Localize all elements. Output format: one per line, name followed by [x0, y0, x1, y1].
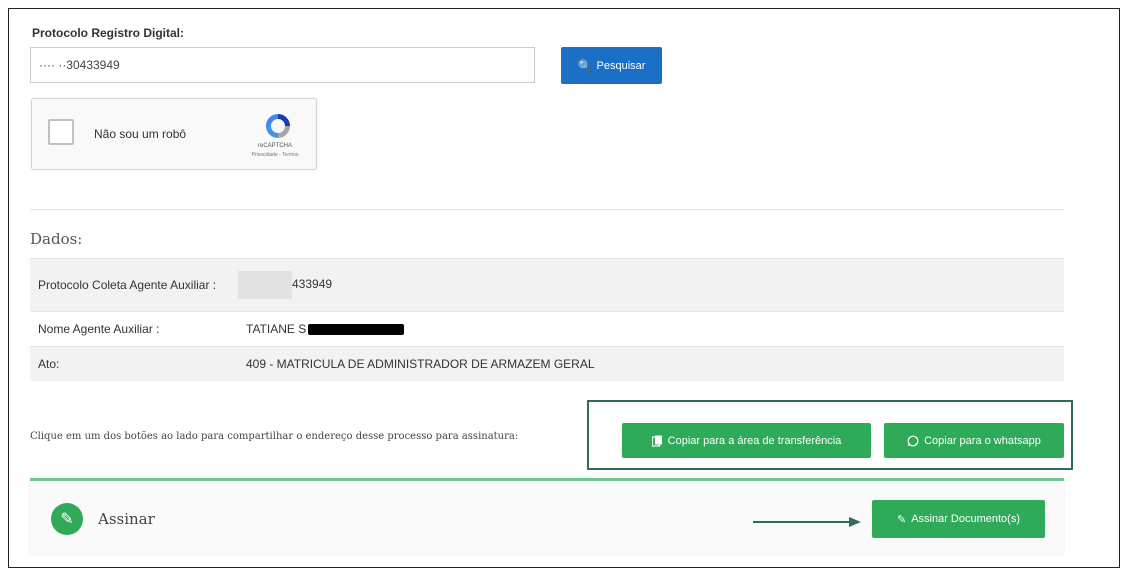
share-instructions: Clique em um dos botões ao lado para com…	[30, 431, 519, 442]
redaction-block	[238, 271, 292, 299]
table-row: Ato: 409 - MATRICULA DE ADMINISTRADOR DE…	[30, 346, 1064, 381]
row-value: 433949	[238, 258, 1064, 312]
protocol-input[interactable]	[30, 47, 535, 83]
copy-clipboard-button[interactable]: Copiar para a área de transferência	[622, 423, 871, 458]
copy-whatsapp-button[interactable]: Copiar para o whatsapp	[884, 423, 1064, 458]
row-key: Nome Agente Auxiliar :	[30, 311, 238, 347]
recaptcha-label: Não sou um robô	[94, 127, 187, 141]
search-button[interactable]: 🔍 Pesquisar	[561, 47, 662, 84]
sign-title: Assinar	[98, 510, 155, 528]
protocol-label: Protocolo Registro Digital:	[32, 26, 185, 40]
agent-name-value: TATIANE S	[246, 322, 307, 336]
search-button-label: Pesquisar	[596, 59, 646, 72]
search-icon: 🔍	[577, 58, 593, 73]
clipboard-icon	[651, 435, 662, 447]
dados-title: Dados:	[30, 230, 83, 248]
recaptcha-logo-icon	[266, 114, 290, 138]
table-row: Protocolo Coleta Agente Auxiliar : 43394…	[30, 258, 1064, 312]
dados-table: Protocolo Coleta Agente Auxiliar : 43394…	[30, 258, 1064, 381]
recaptcha-terms-link[interactable]: Privacidade - Termos	[232, 152, 318, 158]
whatsapp-icon	[907, 435, 919, 446]
edit-icon: ✎	[51, 503, 83, 535]
recaptcha-brand: reCAPTCHA	[257, 143, 292, 149]
row-value: TATIANE S	[238, 311, 1064, 347]
row-key: Protocolo Coleta Agente Auxiliar :	[30, 258, 238, 312]
recaptcha-checkbox[interactable]	[48, 119, 74, 145]
section-divider	[30, 209, 1065, 210]
redaction-block	[308, 324, 405, 336]
recaptcha-widget: Não sou um robô reCAPTCHA Privacidade - …	[31, 98, 317, 170]
sign-documents-button[interactable]: ✎ Assinar Documento(s)	[872, 500, 1045, 538]
protocol-value: 433949	[292, 277, 333, 292]
sign-documents-label: Assinar Documento(s)	[911, 513, 1021, 525]
table-row: Nome Agente Auxiliar : TATIANE S	[30, 311, 1064, 347]
row-value: 409 - MATRICULA DE ADMINISTRADOR DE ARMA…	[238, 346, 1064, 381]
arrow-right-icon	[753, 517, 861, 527]
row-key: Ato:	[30, 346, 238, 381]
copy-whatsapp-label: Copiar para o whatsapp	[924, 434, 1041, 447]
copy-clipboard-label: Copiar para a área de transferência	[667, 434, 842, 447]
edit-icon: ✎	[896, 513, 907, 526]
